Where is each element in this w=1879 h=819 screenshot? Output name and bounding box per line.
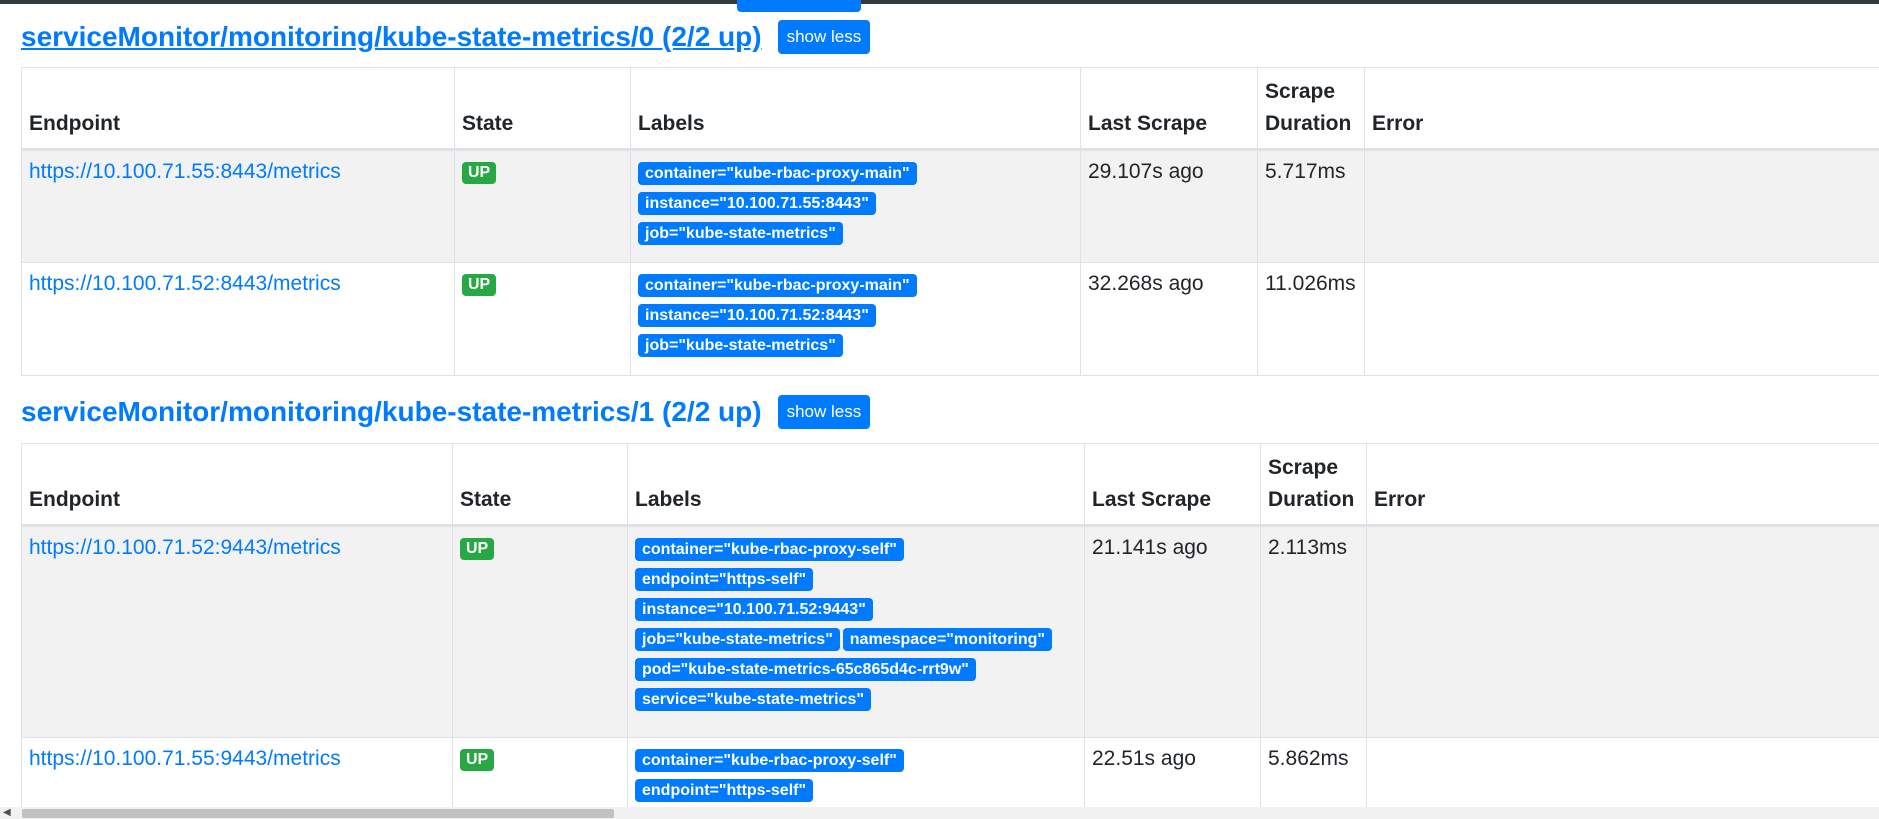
label-badge: job="kube-state-metrics" bbox=[638, 222, 843, 245]
label-badge: pod="kube-state-metrics-65c865d4c-rrt9w" bbox=[635, 658, 976, 681]
label-badge: service="kube-state-metrics" bbox=[635, 688, 871, 711]
table-header-row: Endpoint State Labels Last Scrape Scrape… bbox=[21, 67, 1879, 151]
section-heading-kube-state-metrics-1: serviceMonitor/monitoring/kube-state-met… bbox=[21, 394, 871, 430]
last-scrape-cell: 21.141s ago bbox=[1084, 525, 1261, 738]
column-header-last-scrape: Last Scrape bbox=[1084, 443, 1261, 527]
labels-cell: container="kube-rbac-proxy-main" instanc… bbox=[630, 262, 1081, 376]
column-header-last-scrape: Last Scrape bbox=[1080, 67, 1258, 151]
column-header-endpoint: Endpoint bbox=[21, 67, 455, 151]
labels-cell: container="kube-rbac-proxy-main" instanc… bbox=[630, 149, 1081, 263]
column-header-error: Error bbox=[1364, 67, 1879, 151]
scroll-left-arrow-icon[interactable]: ◀ bbox=[3, 807, 11, 819]
column-header-labels: Labels bbox=[630, 67, 1081, 151]
labels-cell: container="kube-rbac-proxy-self" endpoin… bbox=[627, 525, 1085, 738]
state-badge: UP bbox=[462, 162, 497, 184]
label-badge: container="kube-rbac-proxy-self" bbox=[635, 538, 904, 561]
section-title-link[interactable]: serviceMonitor/monitoring/kube-state-met… bbox=[21, 394, 762, 430]
error-cell bbox=[1364, 149, 1879, 263]
state-badge: UP bbox=[460, 538, 495, 560]
endpoint-link[interactable]: https://10.100.71.52:9443/metrics bbox=[29, 536, 341, 559]
top-navbar-edge bbox=[0, 0, 1879, 4]
column-header-endpoint: Endpoint bbox=[21, 443, 453, 527]
column-header-state: State bbox=[454, 67, 631, 151]
endpoint-link[interactable]: https://10.100.71.52:8443/metrics bbox=[29, 272, 341, 295]
show-less-button[interactable]: show less bbox=[777, 395, 871, 429]
endpoint-link[interactable]: https://10.100.71.55:9443/metrics bbox=[29, 747, 341, 770]
targets-table: Endpoint State Labels Last Scrape Scrape… bbox=[21, 67, 1879, 376]
previous-section-toggle-partial[interactable] bbox=[737, 0, 861, 12]
column-header-labels: Labels bbox=[627, 443, 1085, 527]
label-badge: endpoint="https-self" bbox=[635, 779, 814, 802]
targets-page: serviceMonitor/monitoring/kube-state-met… bbox=[0, 0, 1879, 819]
last-scrape-cell: 29.107s ago bbox=[1080, 149, 1258, 263]
label-badge: container="kube-rbac-proxy-self" bbox=[635, 749, 904, 772]
label-badge: instance="10.100.71.52:9443" bbox=[635, 598, 873, 621]
horizontal-scrollbar-thumb[interactable] bbox=[22, 809, 614, 818]
scrape-duration-cell: 5.717ms bbox=[1257, 149, 1365, 263]
table-row: https://10.100.71.52:9443/metrics UP con… bbox=[21, 525, 1879, 738]
endpoint-link[interactable]: https://10.100.71.55:8443/metrics bbox=[29, 160, 341, 183]
targets-table: Endpoint State Labels Last Scrape Scrape… bbox=[21, 443, 1879, 819]
label-badge: instance="10.100.71.52:8443" bbox=[638, 304, 876, 327]
column-header-error: Error bbox=[1366, 443, 1879, 527]
label-badge: endpoint="https-self" bbox=[635, 568, 814, 591]
column-header-state: State bbox=[452, 443, 628, 527]
label-badge: container="kube-rbac-proxy-main" bbox=[638, 274, 917, 297]
scrape-duration-cell: 11.026ms bbox=[1257, 262, 1365, 376]
table-header-row: Endpoint State Labels Last Scrape Scrape… bbox=[21, 443, 1879, 527]
scrape-duration-cell: 2.113ms bbox=[1260, 525, 1367, 738]
section-heading-kube-state-metrics-0: serviceMonitor/monitoring/kube-state-met… bbox=[21, 19, 871, 55]
column-header-scrape-duration: Scrape Duration bbox=[1260, 443, 1367, 527]
label-badge: job="kube-state-metrics" bbox=[635, 628, 840, 651]
table-row: https://10.100.71.55:8443/metrics UP con… bbox=[21, 149, 1879, 263]
label-badge: container="kube-rbac-proxy-main" bbox=[638, 162, 917, 185]
section-title-link[interactable]: serviceMonitor/monitoring/kube-state-met… bbox=[21, 19, 762, 55]
label-badge: instance="10.100.71.55:8443" bbox=[638, 192, 876, 215]
error-cell bbox=[1364, 262, 1879, 376]
table-row: https://10.100.71.52:8443/metrics UP con… bbox=[21, 262, 1879, 376]
state-badge: UP bbox=[460, 749, 495, 771]
last-scrape-cell: 32.268s ago bbox=[1080, 262, 1258, 376]
label-badge: namespace="monitoring" bbox=[842, 628, 1052, 651]
label-badge: job="kube-state-metrics" bbox=[638, 334, 843, 357]
show-less-button[interactable]: show less bbox=[777, 20, 871, 54]
error-cell bbox=[1366, 525, 1879, 738]
column-header-scrape-duration: Scrape Duration bbox=[1257, 67, 1365, 151]
state-badge: UP bbox=[462, 274, 497, 296]
